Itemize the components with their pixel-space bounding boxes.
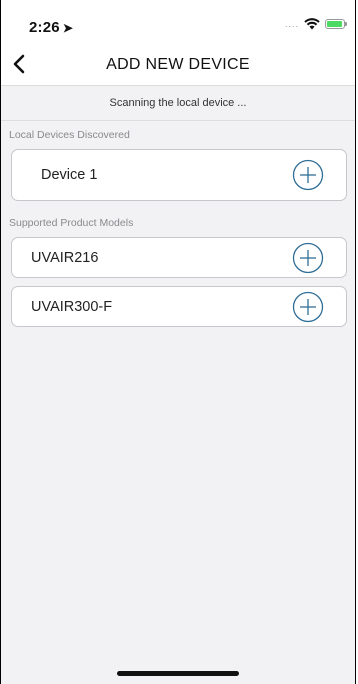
scanning-status: Scanning the local device ... [1, 86, 355, 121]
home-indicator[interactable] [117, 671, 239, 676]
model-label: UVAIR216 [31, 249, 99, 266]
model-card-uvair216[interactable]: UVAIR216 [11, 237, 347, 278]
section-header-local: Local Devices Discovered [9, 129, 130, 141]
nav-bar: ADD NEW DEVICE [1, 44, 355, 86]
device-card-device-1[interactable]: Device 1 [11, 149, 347, 201]
wifi-icon [304, 18, 320, 30]
model-card-uvair300-f[interactable]: UVAIR300-F [11, 286, 347, 327]
page-title: ADD NEW DEVICE [106, 56, 250, 73]
time-text: 2:26 [29, 19, 60, 36]
plus-circle-icon[interactable] [292, 159, 324, 191]
battery-icon [325, 19, 347, 29]
status-time: 2:26 ➤ [29, 19, 73, 36]
model-label: UVAIR300-F [31, 298, 113, 315]
phone-screen: 2:26 ➤ .... ADD NEW DEVICE Scanning the l… [0, 0, 356, 684]
device-label: Device 1 [41, 167, 98, 183]
battery-fill [327, 21, 342, 27]
plus-circle-icon[interactable] [292, 291, 324, 323]
location-arrow-icon: ➤ [62, 21, 74, 35]
status-bar: 2:26 ➤ .... [1, 0, 355, 44]
signal-icon: .... [284, 19, 299, 29]
section-header-supported: Supported Product Models [9, 217, 134, 229]
status-icons: .... [284, 18, 347, 30]
plus-circle-icon[interactable] [292, 242, 324, 274]
